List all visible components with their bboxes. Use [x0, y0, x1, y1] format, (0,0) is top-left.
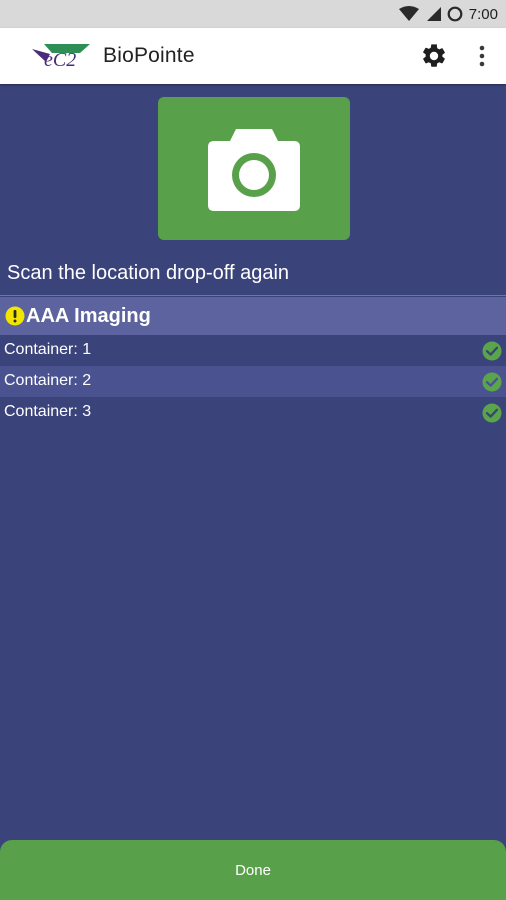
- done-button[interactable]: Done: [0, 840, 506, 900]
- status-bar: 7:00: [0, 0, 506, 28]
- check-circle-icon: [482, 341, 502, 361]
- camera-button[interactable]: [158, 97, 350, 240]
- container-row[interactable]: Container: 3: [0, 397, 506, 428]
- container-label: Container: 3: [4, 403, 92, 420]
- camera-icon: [208, 128, 300, 211]
- group-title: AAA Imaging: [26, 305, 151, 327]
- more-vert-icon[interactable]: [470, 42, 494, 70]
- container-label: Container: 2: [4, 372, 92, 389]
- app-title: BioPointe: [103, 44, 195, 67]
- status-time: 7:00: [468, 5, 498, 23]
- gear-icon[interactable]: [420, 42, 448, 70]
- app-bar: eC2 BioPointe: [0, 28, 506, 84]
- battery-icon: [447, 6, 463, 22]
- container-label: Container: 1: [4, 341, 92, 358]
- wifi-icon: [398, 6, 419, 21]
- divider: [0, 295, 506, 296]
- signal-icon: [426, 7, 441, 21]
- scan-instruction: Scan the location drop-off again: [7, 262, 290, 284]
- warning-icon: [5, 306, 25, 326]
- check-circle-icon: [482, 372, 502, 392]
- logo-text: eC2: [44, 49, 76, 70]
- check-circle-icon: [482, 403, 502, 423]
- app-logo: eC2: [32, 44, 90, 70]
- container-row[interactable]: Container: 2: [0, 366, 506, 397]
- container-row[interactable]: Container: 1: [0, 335, 506, 366]
- group-header: AAA Imaging: [0, 297, 506, 335]
